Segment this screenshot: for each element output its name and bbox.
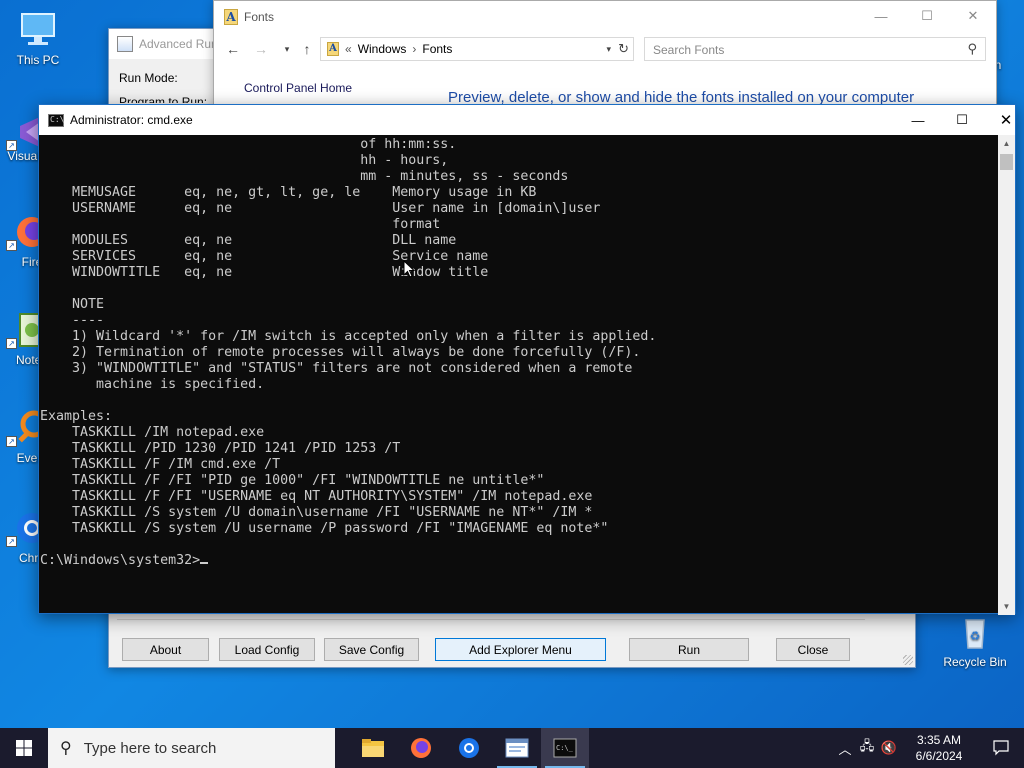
run-mode-label: Run Mode: [119,71,178,85]
load-config-button[interactable]: Load Config [219,638,315,661]
advanced-run-app-icon [117,36,133,52]
text-cursor [200,562,209,564]
svg-text:C:\_: C:\_ [556,744,574,752]
scrollbar-thumb[interactable] [1000,154,1013,170]
show-hidden-icons-chevron-icon[interactable]: ︿ [834,739,856,758]
taskbar-advanced-run[interactable] [493,728,541,768]
action-center-button[interactable] [978,740,1024,756]
save-config-button[interactable]: Save Config [324,638,419,661]
taskbar-chrome[interactable] [445,728,493,768]
shortcut-arrow-icon: ↗ [6,240,17,251]
taskbar-file-explorer[interactable] [349,728,397,768]
refresh-icon[interactable]: ↻ [618,41,629,57]
up-arrow-icon[interactable]: ↑ [296,37,318,61]
cmd-icon: C:\_ [553,738,577,758]
svg-text:♻: ♻ [970,629,981,643]
cmd-window-title: Administrator: cmd.exe [70,113,193,127]
add-explorer-menu-button[interactable]: Add Explorer Menu [435,638,606,661]
taskbar-search-placeholder: Type here to search [83,739,217,757]
clock-time: 3:35 AM [916,733,962,747]
desktop-icon-recycle-bin[interactable]: ♻ Recycle Bin [937,612,1013,669]
taskbar-cmd[interactable]: C:\_ [541,728,589,768]
console-output-area[interactable]: of hh:mm:ss. hh - hours, mm - minutes, s… [39,135,999,615]
search-fonts-input[interactable]: Search Fonts ⚲ [644,37,986,61]
mouse-pointer-icon [403,260,415,278]
search-icon: ⚲ [60,740,72,757]
fonts-titlebar[interactable]: A Fonts — ☐ ✕ [214,1,996,33]
fonts-folder-icon: A [224,9,238,25]
resize-grip[interactable] [903,655,913,665]
shortcut-arrow-icon: ↗ [6,436,17,447]
close-window-button[interactable]: ✕ [950,1,996,31]
advanced-run-icon [505,738,529,758]
program-to-run-label: Program to Run: [119,95,208,103]
minimize-button[interactable]: — [895,105,941,135]
fonts-window-title: Fonts [244,10,275,24]
volume-muted-icon[interactable]: 🔇 [878,740,900,756]
taskbar-search-box[interactable]: ⚲ Type here to search [48,728,335,768]
advanced-run-title: Advanced Run [139,37,218,51]
minimize-button[interactable]: — [858,1,904,31]
chrome-icon [459,738,479,758]
run-button[interactable]: Run [629,638,749,661]
clock-date: 6/6/2024 [915,749,963,763]
taskbar: ⚲ Type here to search C:\_ ︿ 🖧 🔇 3:35 AM… [0,728,1024,768]
recent-locations-chevron-icon[interactable]: ▾ [276,37,298,61]
taskbar-firefox[interactable] [397,728,445,768]
address-bar[interactable]: A « Windows › Fonts ▾ ↻ [320,37,634,61]
breadcrumb-overflow[interactable]: « [345,42,352,56]
close-button[interactable]: Close [776,638,850,661]
breadcrumb-fonts[interactable]: Fonts [422,42,452,56]
search-fonts-placeholder: Search Fonts [653,43,725,57]
windows-logo-icon [16,740,32,756]
about-button[interactable]: About [122,638,209,661]
breadcrumb-separator-icon: › [412,42,417,56]
system-tray: ︿ 🖧 🔇 3:35 AM 6/6/2024 [834,728,1024,768]
close-window-button[interactable]: ✕ [983,105,1024,135]
address-dropdown-chevron-icon[interactable]: ▾ [606,44,611,55]
address-row: ← → ▾ ↑ A « Windows › Fonts ▾ ↻ Search F… [214,37,996,61]
shortcut-arrow-icon: ↗ [6,140,17,151]
network-icon[interactable]: 🖧 [856,737,878,759]
cmd-app-icon: C:\ [48,113,64,127]
cmd-titlebar[interactable]: C:\ Administrator: cmd.exe — ☐ ✕ [39,105,1015,135]
shortcut-arrow-icon: ↗ [6,536,17,547]
notification-icon [993,740,1009,756]
forward-arrow-icon[interactable]: → [250,37,272,61]
recycle-bin-icon: ♻ [965,619,985,649]
back-arrow-icon[interactable]: ← [222,37,244,61]
scroll-up-arrow-icon[interactable]: ▲ [998,135,1015,152]
breadcrumb-windows[interactable]: Windows [358,42,407,56]
firefox-icon [411,738,431,758]
console-scrollbar[interactable]: ▲ ▼ [998,135,1015,615]
fonts-window: A Fonts — ☐ ✕ ← → ▾ ↑ A « Windows › Font… [213,0,997,110]
divider [117,619,865,620]
clock[interactable]: 3:35 AM 6/6/2024 [900,732,978,764]
scroll-down-arrow-icon[interactable]: ▼ [998,598,1015,615]
desktop-icon-label: This PC [16,53,60,67]
console-output-text: of hh:mm:ss. hh - hours, mm - minutes, s… [40,137,657,536]
desktop-icon-this-pc[interactable]: This PC [0,10,76,67]
shortcut-arrow-icon: ↗ [6,338,17,349]
start-button[interactable] [0,728,48,768]
file-explorer-icon [362,739,384,757]
cmd-window: C:\ Administrator: cmd.exe — ☐ ✕ of hh:m… [38,104,1016,615]
this-pc-icon [21,13,55,45]
desktop-icon-label: Recycle Bin [943,655,1007,669]
console-prompt: C:\Windows\system32> [40,553,201,568]
maximize-button[interactable]: ☐ [939,105,985,135]
control-panel-home-link[interactable]: Control Panel Home [244,81,352,95]
fonts-location-icon: A [327,42,339,56]
maximize-button[interactable]: ☐ [904,1,950,31]
search-icon: ⚲ [967,41,977,56]
